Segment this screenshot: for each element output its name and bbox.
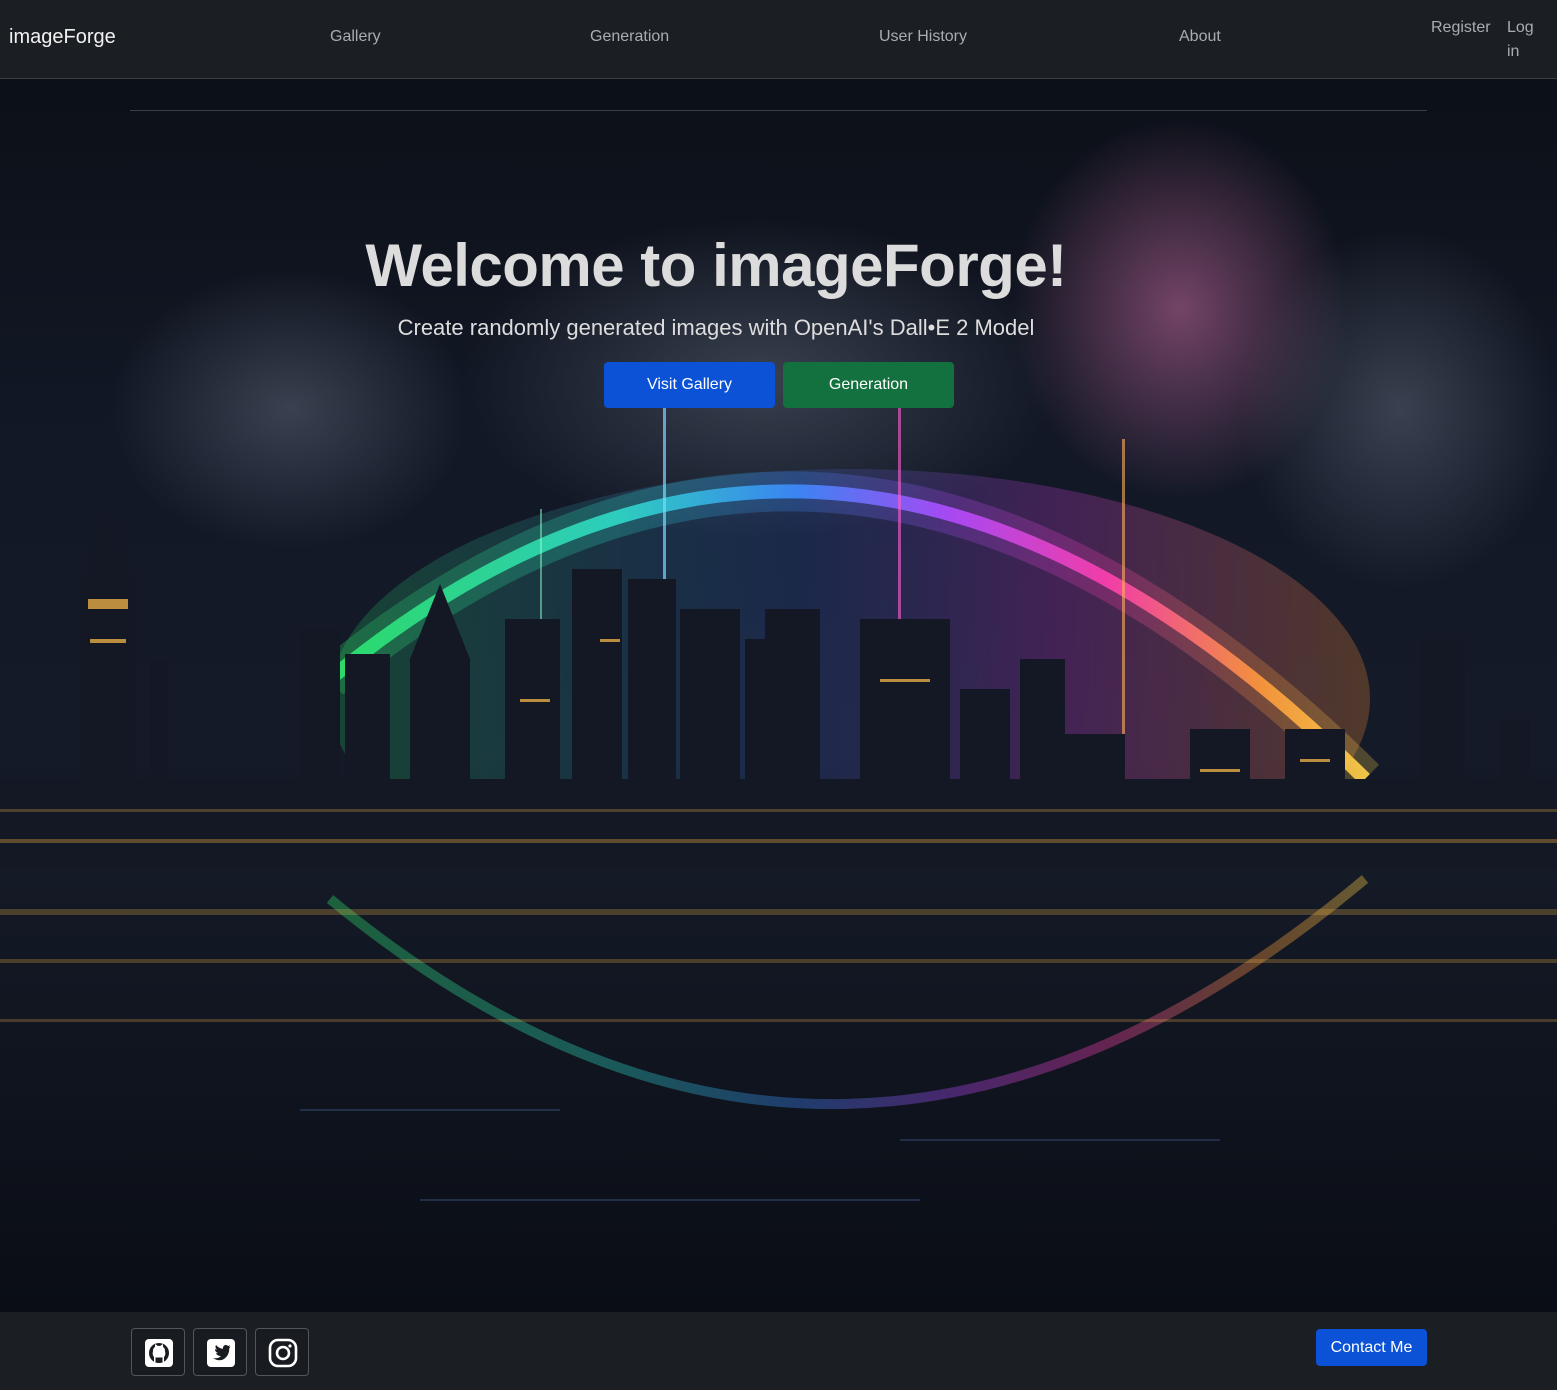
hero-title: Welcome to imageForge! [365,232,1067,299]
twitter-link[interactable] [193,1328,247,1376]
visit-gallery-button[interactable]: Visit Gallery [604,362,775,408]
nav-generation-link[interactable]: Generation [590,28,669,46]
github-link[interactable] [131,1328,185,1376]
nav-about-link[interactable]: About [1179,28,1221,46]
generation-button[interactable]: Generation [783,362,954,408]
instagram-link[interactable] [255,1328,309,1376]
contact-me-button[interactable]: Contact Me [1316,1329,1427,1366]
twitter-icon [207,1339,235,1367]
nav-user-history-link[interactable]: User History [879,28,967,46]
hero-subtitle: Create randomly generated images with Op… [397,315,1035,340]
navbar: imageForge Gallery Generation User Histo… [0,0,1557,79]
hero-section: Welcome to imageForge! Create randomly g… [0,79,1557,1312]
register-link[interactable]: Register [1431,16,1491,40]
github-icon [145,1339,173,1367]
footer: Contact Me [0,1312,1557,1390]
nav-gallery-link[interactable]: Gallery [330,28,381,46]
instagram-icon [268,1338,298,1368]
login-link[interactable]: Log in [1507,16,1543,64]
brand-link[interactable]: imageForge [9,26,116,49]
